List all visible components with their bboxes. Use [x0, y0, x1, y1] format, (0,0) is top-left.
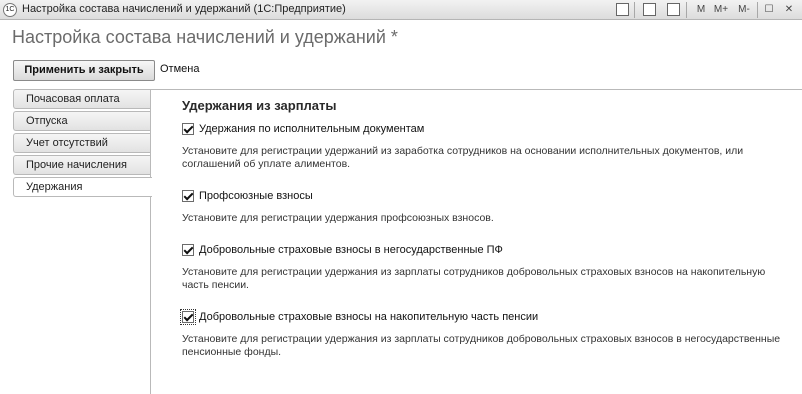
- page-title: Настройка состава начислений и удержаний…: [12, 27, 398, 47]
- option-block: Профсоюзные взносы Установите для регист…: [182, 189, 782, 225]
- option-label[interactable]: Профсоюзные взносы: [199, 190, 313, 202]
- memory-button[interactable]: M: [694, 2, 708, 18]
- checkbox-npf-contributions[interactable]: [182, 244, 194, 256]
- favorite-star-icon[interactable]: [616, 3, 629, 16]
- memory-plus-button[interactable]: M+: [711, 2, 731, 18]
- option-label[interactable]: Добровольные страховые взносы в негосуда…: [199, 244, 503, 256]
- tab-other-accruals[interactable]: Прочие начисления: [13, 155, 151, 175]
- tab-deductions[interactable]: Удержания: [13, 177, 152, 197]
- calculator-icon[interactable]: [643, 3, 656, 16]
- tab-list: Почасовая оплата Отпуска Учет отсутствий…: [13, 89, 152, 199]
- restore-window-button[interactable]: ☐: [762, 2, 776, 18]
- tab-hourly-pay[interactable]: Почасовая оплата: [13, 89, 151, 109]
- calendar-icon[interactable]: [667, 3, 680, 16]
- option-row[interactable]: Удержания по исполнительным документам: [182, 122, 782, 136]
- option-block: Удержания по исполнительным документам У…: [182, 122, 782, 171]
- tab-content-panel: Удержания из зарплаты Удержания по испол…: [150, 89, 802, 394]
- toolbar-divider: [686, 2, 687, 18]
- checkbox-funded-pension-contributions[interactable]: [180, 309, 196, 325]
- option-block: Добровольные страховые взносы в негосуда…: [182, 243, 782, 292]
- cancel-button[interactable]: Отмена: [160, 63, 199, 75]
- option-block: Добровольные страховые взносы на накопит…: [180, 309, 782, 359]
- app-logo-icon: 1С: [3, 3, 17, 17]
- toolbar-divider: [634, 2, 635, 18]
- option-label[interactable]: Добровольные страховые взносы на накопит…: [199, 311, 538, 323]
- toolbar-divider: [757, 2, 758, 18]
- option-row[interactable]: Профсоюзные взносы: [182, 189, 782, 203]
- close-window-button[interactable]: ✕: [782, 2, 796, 18]
- option-label[interactable]: Удержания по исполнительным документам: [199, 123, 424, 135]
- option-row[interactable]: Добровольные страховые взносы в негосуда…: [182, 243, 782, 257]
- apply-and-close-button[interactable]: Применить и закрыть: [13, 60, 155, 81]
- window-titlebar: 1С Настройка состава начислений и удержа…: [0, 0, 802, 20]
- option-description: Установите для регистрации удержаний из …: [182, 145, 744, 170]
- window-title: Настройка состава начислений и удержаний…: [22, 3, 346, 15]
- tab-absence-tracking[interactable]: Учет отсутствий: [13, 133, 151, 153]
- checkbox-union-dues[interactable]: [182, 190, 194, 202]
- option-description: Установите для регистрации удержания из …: [182, 333, 781, 358]
- option-row[interactable]: Добровольные страховые взносы на накопит…: [180, 309, 782, 325]
- option-description: Установите для регистрации удержания про…: [182, 212, 494, 224]
- checkbox-writs-of-execution[interactable]: [182, 123, 194, 135]
- section-title: Удержания из зарплаты: [182, 98, 337, 113]
- memory-minus-button[interactable]: M-: [734, 2, 754, 18]
- option-description: Установите для регистрации удержания из …: [182, 266, 766, 291]
- tab-vacations[interactable]: Отпуска: [13, 111, 151, 131]
